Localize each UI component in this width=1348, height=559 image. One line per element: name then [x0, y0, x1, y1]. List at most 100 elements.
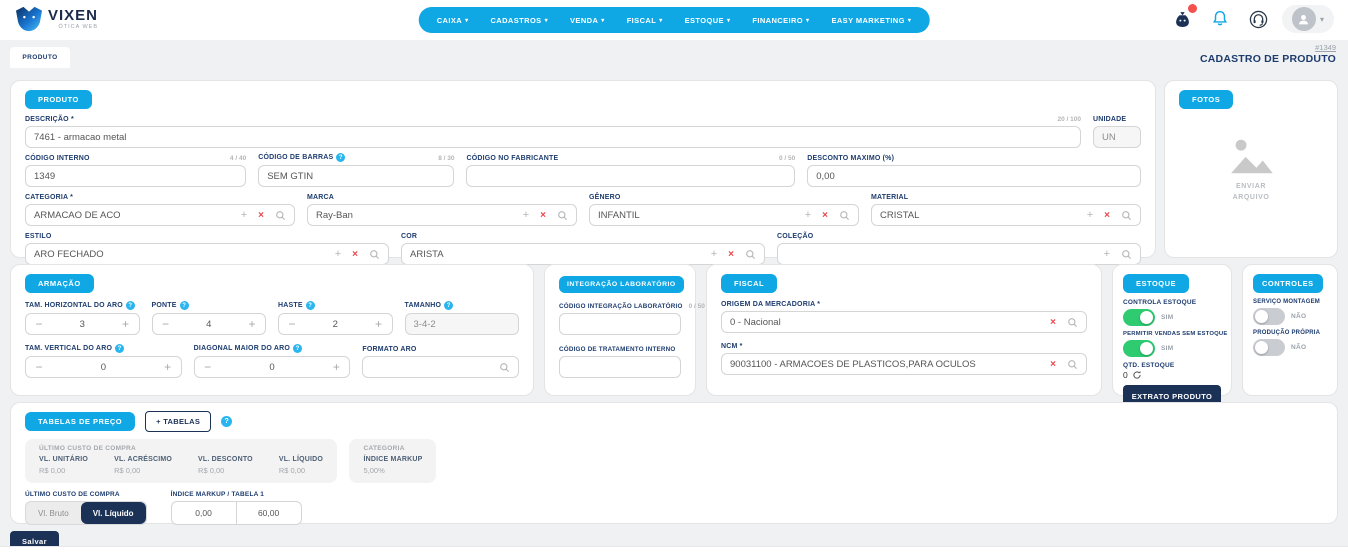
- vl-bruto-option[interactable]: Vl. Bruto: [26, 502, 81, 524]
- colecao-label: COLEÇÃO: [777, 233, 813, 240]
- plus-icon[interactable]: +: [323, 360, 349, 374]
- support-headset-icon[interactable]: [1244, 5, 1272, 33]
- help-icon[interactable]: ?: [306, 301, 315, 310]
- search-icon[interactable]: [369, 249, 380, 260]
- colecao-input[interactable]: [777, 243, 1141, 265]
- chevron-down-icon: ▾: [727, 17, 730, 24]
- nav-cadastros[interactable]: CADASTROS▾: [490, 16, 548, 25]
- help-icon[interactable]: ?: [221, 416, 232, 427]
- markup-tabela1-input[interactable]: [236, 501, 302, 525]
- minus-icon[interactable]: −: [153, 317, 179, 331]
- origem-input[interactable]: [721, 311, 1087, 333]
- search-icon[interactable]: [1121, 249, 1132, 260]
- add-icon[interactable]: +: [1104, 248, 1110, 260]
- nav-caixa[interactable]: CAIXA▾: [437, 16, 469, 25]
- card-armacao: ARMAÇÃO TAM. HORIZONTAL DO ARO? − 3 + PO…: [10, 264, 534, 396]
- search-icon[interactable]: [1067, 359, 1078, 370]
- chevron-down-icon: ▾: [465, 17, 468, 24]
- codigo-barras-input[interactable]: [258, 165, 454, 187]
- markup-input[interactable]: [171, 501, 237, 525]
- search-icon[interactable]: [1067, 317, 1078, 328]
- codigo-tratamento-label: CÓDIGO DE TRATAMENTO INTERNO: [559, 346, 676, 353]
- tam-horizontal-stepper[interactable]: − 3 +: [25, 313, 140, 335]
- plus-icon[interactable]: +: [239, 317, 265, 331]
- clear-icon[interactable]: ×: [258, 210, 264, 221]
- clear-icon[interactable]: ×: [1050, 359, 1056, 370]
- ponte-stepper[interactable]: − 4 +: [152, 313, 267, 335]
- refresh-icon[interactable]: [1132, 370, 1142, 380]
- user-menu[interactable]: ▾: [1282, 5, 1334, 33]
- app-header: VIXEN ÓTICA WEB CAIXA▾ CADASTROS▾ VENDA▾…: [0, 0, 1348, 40]
- nav-easy-marketing[interactable]: EASY MARKETING▾: [831, 16, 911, 25]
- producao-propria-toggle[interactable]: [1253, 339, 1285, 356]
- desconto-maximo-label: DESCONTO MAXIMO (%): [807, 155, 894, 162]
- clear-icon[interactable]: ×: [728, 249, 734, 260]
- servico-montagem-toggle[interactable]: [1253, 308, 1285, 325]
- search-icon[interactable]: [275, 210, 286, 221]
- search-icon[interactable]: [499, 362, 510, 373]
- clear-icon[interactable]: ×: [1050, 317, 1056, 328]
- search-icon[interactable]: [557, 210, 568, 221]
- vl-liquido-option[interactable]: Vl. Líquido: [81, 502, 146, 524]
- plus-icon[interactable]: +: [366, 317, 392, 331]
- haste-stepper[interactable]: − 2 +: [278, 313, 393, 335]
- ultimo-custo-resumo-card: ÚLTIMO CUSTO DE COMPRA VL. UNITÁRIO R$ 0…: [25, 439, 337, 483]
- nav-financeiro[interactable]: FINANCEIRO▾: [752, 16, 809, 25]
- nav-fiscal[interactable]: FISCAL▾: [627, 16, 663, 25]
- clear-icon[interactable]: ×: [352, 249, 358, 260]
- tamanho-input: [405, 313, 520, 335]
- minus-icon[interactable]: −: [26, 360, 52, 374]
- codigo-interno-input[interactable]: [25, 165, 246, 187]
- tab-produto[interactable]: PRODUTO: [10, 47, 70, 68]
- descricao-input[interactable]: [25, 126, 1081, 148]
- minus-icon[interactable]: −: [26, 317, 52, 331]
- controla-estoque-toggle[interactable]: [1123, 309, 1155, 326]
- nav-estoque[interactable]: ESTOQUE▾: [685, 16, 731, 25]
- upload-dropzone[interactable]: ENVIAR ARQUIVO: [1179, 115, 1323, 225]
- search-icon[interactable]: [839, 210, 850, 221]
- plus-icon[interactable]: +: [113, 317, 139, 331]
- help-icon[interactable]: ?: [336, 153, 345, 162]
- formato-aro-input[interactable]: [362, 356, 519, 378]
- bell-icon[interactable]: [1206, 5, 1234, 33]
- add-icon[interactable]: +: [335, 248, 341, 260]
- add-icon[interactable]: +: [1087, 209, 1093, 221]
- search-icon[interactable]: [745, 249, 756, 260]
- vixen-logo[interactable]: VIXEN ÓTICA WEB: [14, 6, 98, 32]
- logo-title: VIXEN: [48, 8, 98, 23]
- plus-icon[interactable]: +: [155, 360, 181, 374]
- desconto-maximo-input[interactable]: [807, 165, 1141, 187]
- help-icon[interactable]: ?: [115, 344, 124, 353]
- add-icon[interactable]: +: [711, 248, 717, 260]
- add-tabelas-button[interactable]: + TABELAS: [145, 411, 211, 432]
- minus-icon[interactable]: −: [279, 317, 305, 331]
- minus-icon[interactable]: −: [195, 360, 221, 374]
- clear-icon[interactable]: ×: [1104, 210, 1110, 221]
- nav-venda[interactable]: VENDA▾: [570, 16, 605, 25]
- ncm-input[interactable]: [721, 353, 1087, 375]
- money-bag-icon[interactable]: [1168, 5, 1196, 33]
- genero-label: GÊNERO: [589, 194, 621, 201]
- codigo-integracao-input[interactable]: [559, 313, 681, 335]
- clear-icon[interactable]: ×: [540, 210, 546, 221]
- codigo-fabricante-input[interactable]: [466, 165, 795, 187]
- help-icon[interactable]: ?: [180, 301, 189, 310]
- vl-unitario-value: R$ 0,00: [39, 466, 88, 475]
- tam-horizontal-value: 3: [52, 319, 113, 330]
- add-icon[interactable]: +: [523, 209, 529, 221]
- card-fiscal: FISCAL ORIGEM DA MERCADORIA * × NCM *: [706, 264, 1102, 396]
- help-icon[interactable]: ?: [293, 344, 302, 353]
- diagonal-stepper[interactable]: − 0 +: [194, 356, 351, 378]
- tam-vertical-stepper[interactable]: − 0 +: [25, 356, 182, 378]
- help-icon[interactable]: ?: [126, 301, 135, 310]
- add-icon[interactable]: +: [241, 209, 247, 221]
- search-icon[interactable]: [1121, 210, 1132, 221]
- permitir-vendas-toggle[interactable]: [1123, 340, 1155, 357]
- add-icon[interactable]: +: [805, 209, 811, 221]
- codigo-tratamento-input[interactable]: [559, 356, 681, 378]
- record-id-link[interactable]: #1349: [1315, 43, 1336, 52]
- formato-aro-label: FORMATO ARO: [362, 346, 416, 353]
- clear-icon[interactable]: ×: [822, 210, 828, 221]
- help-icon[interactable]: ?: [444, 301, 453, 310]
- custo-compra-segmented: Vl. Bruto Vl. Líquido: [25, 501, 147, 525]
